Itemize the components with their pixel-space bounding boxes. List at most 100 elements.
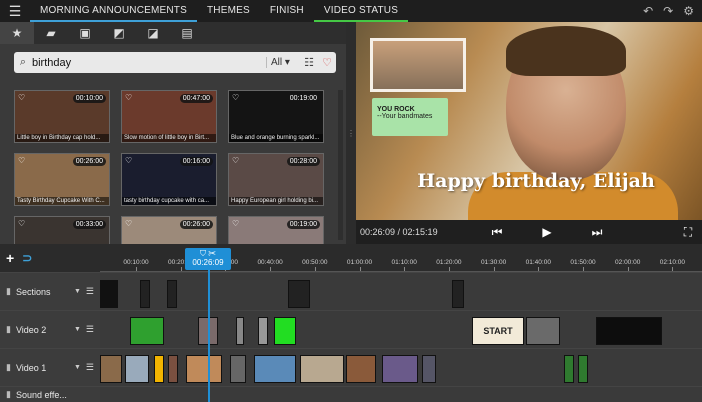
clip[interactable] [346, 355, 376, 383]
heart-icon[interactable]: ♡ [18, 219, 25, 228]
clip[interactable] [100, 280, 118, 308]
clip[interactable] [422, 355, 436, 383]
favorites-tab-icon[interactable]: ★ [0, 22, 34, 44]
ruler-tick [314, 267, 316, 271]
clip[interactable] [125, 355, 149, 383]
magnet-icon[interactable]: ⊃ [22, 251, 32, 265]
media-thumbnail[interactable]: ♡ 00:10:00 Little boy in Birthday cap hold… [14, 90, 110, 143]
clip[interactable] [288, 280, 310, 308]
thumbnail-caption: Tasty Birthday Cupcake With C... [15, 197, 109, 205]
heart-icon[interactable]: ♡ [232, 93, 239, 102]
library-tabs: ★ ▰ ▣ ◩ ◪ ▤ [0, 22, 346, 44]
clip[interactable] [254, 355, 296, 383]
heart-icon[interactable]: ♡ [18, 93, 25, 102]
track-body[interactable] [100, 349, 702, 386]
gallery-icon[interactable]: ▤ [170, 22, 204, 44]
clip[interactable] [130, 317, 164, 345]
clip[interactable] [564, 355, 574, 383]
menu-icon[interactable]: ☰ [0, 0, 30, 22]
library-scrollbar[interactable] [338, 90, 343, 240]
heart-icon[interactable]: ♡ [125, 219, 132, 228]
heart-icon[interactable]: ♡ [18, 156, 25, 165]
redo-icon[interactable]: ↷ [663, 4, 673, 18]
track-body[interactable] [100, 387, 702, 402]
play-icon[interactable]: ▶ [522, 225, 572, 239]
video-preview: YOU ROCK --Your bandmates Happy birthday… [356, 22, 702, 220]
layers-icon[interactable]: ◪ [136, 22, 170, 44]
tab-video-status[interactable]: VIDEO STATUS [313, 0, 409, 22]
clip[interactable] [100, 355, 122, 383]
clip[interactable] [186, 355, 222, 383]
track-menu-icon[interactable]: ☰ [86, 324, 100, 335]
thumbnail-duration: 00:47:00 [179, 94, 213, 103]
playhead-line[interactable] [208, 270, 210, 402]
clip[interactable] [230, 355, 246, 383]
start-clip[interactable]: START [472, 317, 524, 345]
settings-icon[interactable]: ⚙ [683, 4, 694, 18]
note-line-1: YOU ROCK [377, 106, 415, 113]
search-input[interactable] [32, 56, 266, 69]
favorite-filter-icon[interactable]: ♡ [318, 56, 336, 69]
media-thumbnail[interactable]: ♡ 00:16:00 tasty birthday cupcake with ca.… [121, 153, 217, 206]
track-icon: ▮ [6, 324, 11, 334]
edit-media-icon[interactable]: ◩ [102, 22, 136, 44]
media-thumbnail[interactable]: ♡ 00:28:00 Happy European girl holding bi.… [228, 153, 324, 206]
clip[interactable] [300, 355, 344, 383]
thumbnail-duration: 00:10:00 [72, 94, 106, 103]
filter-settings-icon[interactable]: ☷ [300, 56, 318, 69]
skip-forward-icon[interactable]: ⏭ [572, 225, 622, 240]
clip[interactable] [526, 317, 560, 345]
track-name: Sections [15, 286, 51, 297]
track-header: ▮ Sections ▼ ☰ [0, 273, 100, 310]
clip[interactable] [596, 317, 662, 345]
tab-finish[interactable]: FINISH [260, 0, 314, 22]
chevron-down-icon[interactable]: ▼ [74, 288, 81, 295]
heart-icon[interactable]: ♡ [232, 219, 239, 228]
ruler-tick [404, 267, 406, 271]
chevron-down-icon[interactable]: ▼ [74, 364, 81, 371]
ruler-tick [180, 267, 182, 271]
clip[interactable] [258, 317, 268, 345]
clip[interactable] [168, 355, 178, 383]
ruler-tick-label: 02:00:00 [615, 259, 641, 266]
media-thumbnail[interactable]: ♡ 00:47:00 Slow motion of little boy in Bi… [121, 90, 217, 143]
track-body[interactable]: START [100, 311, 702, 348]
image-library-icon[interactable]: ▣ [68, 22, 102, 44]
tab-themes[interactable]: THEMES [197, 0, 260, 22]
track-name: Video 1 [15, 362, 47, 373]
panel-splitter[interactable]: ⋮ [346, 22, 356, 244]
filter-select[interactable]: All ▾ [266, 57, 300, 68]
folder-add-icon[interactable]: ▰ [34, 22, 68, 44]
clip[interactable] [167, 280, 177, 308]
clip[interactable] [140, 280, 150, 308]
playhead-marker[interactable]: ⛉ ✂ 00:26:09 [185, 248, 231, 270]
chevron-down-icon[interactable]: ▼ [74, 326, 81, 333]
heart-icon[interactable]: ♡ [125, 93, 132, 102]
fullscreen-icon[interactable]: ⛶ [674, 225, 702, 240]
heart-icon[interactable]: ♡ [232, 156, 239, 165]
clip[interactable] [578, 355, 588, 383]
track-video-2: ▮ Video 2 ▼ ☰ START [0, 310, 702, 348]
thumbnail-caption: Happy European girl holding bi... [229, 197, 323, 205]
filter-select-value: All [271, 57, 283, 68]
tab-morning-announcements[interactable]: MORNING ANNOUNCEMENTS [30, 0, 197, 22]
ruler-tick [672, 267, 674, 271]
heart-icon[interactable]: ♡ [125, 156, 132, 165]
clip[interactable] [274, 317, 296, 345]
clip[interactable] [452, 280, 464, 308]
ruler-tick [359, 267, 361, 271]
media-thumbnail[interactable]: ♡ 00:26:00 Tasty Birthday Cupcake With C..… [14, 153, 110, 206]
undo-icon[interactable]: ↶ [643, 4, 653, 18]
track-menu-icon[interactable]: ☰ [86, 362, 100, 373]
skip-back-icon[interactable]: ⏮ [472, 225, 522, 240]
media-thumbnail[interactable]: ♡ 00:19:00 Blue and orange burning sparkl.… [228, 90, 324, 143]
clip[interactable] [236, 317, 244, 345]
clip[interactable] [382, 355, 418, 383]
add-track-icon[interactable]: + [6, 250, 14, 266]
note-line-2: --Your bandmates [377, 113, 433, 120]
top-bar: ☰ MORNING ANNOUNCEMENTS THEMES FINISH VI… [0, 0, 702, 22]
track-menu-icon[interactable]: ☰ [86, 286, 100, 297]
timeline: + ⊃ 00:10:0000:20:0000:30:0000:40:0000:5… [0, 244, 702, 402]
track-body[interactable] [100, 273, 702, 310]
clip[interactable] [154, 355, 164, 383]
